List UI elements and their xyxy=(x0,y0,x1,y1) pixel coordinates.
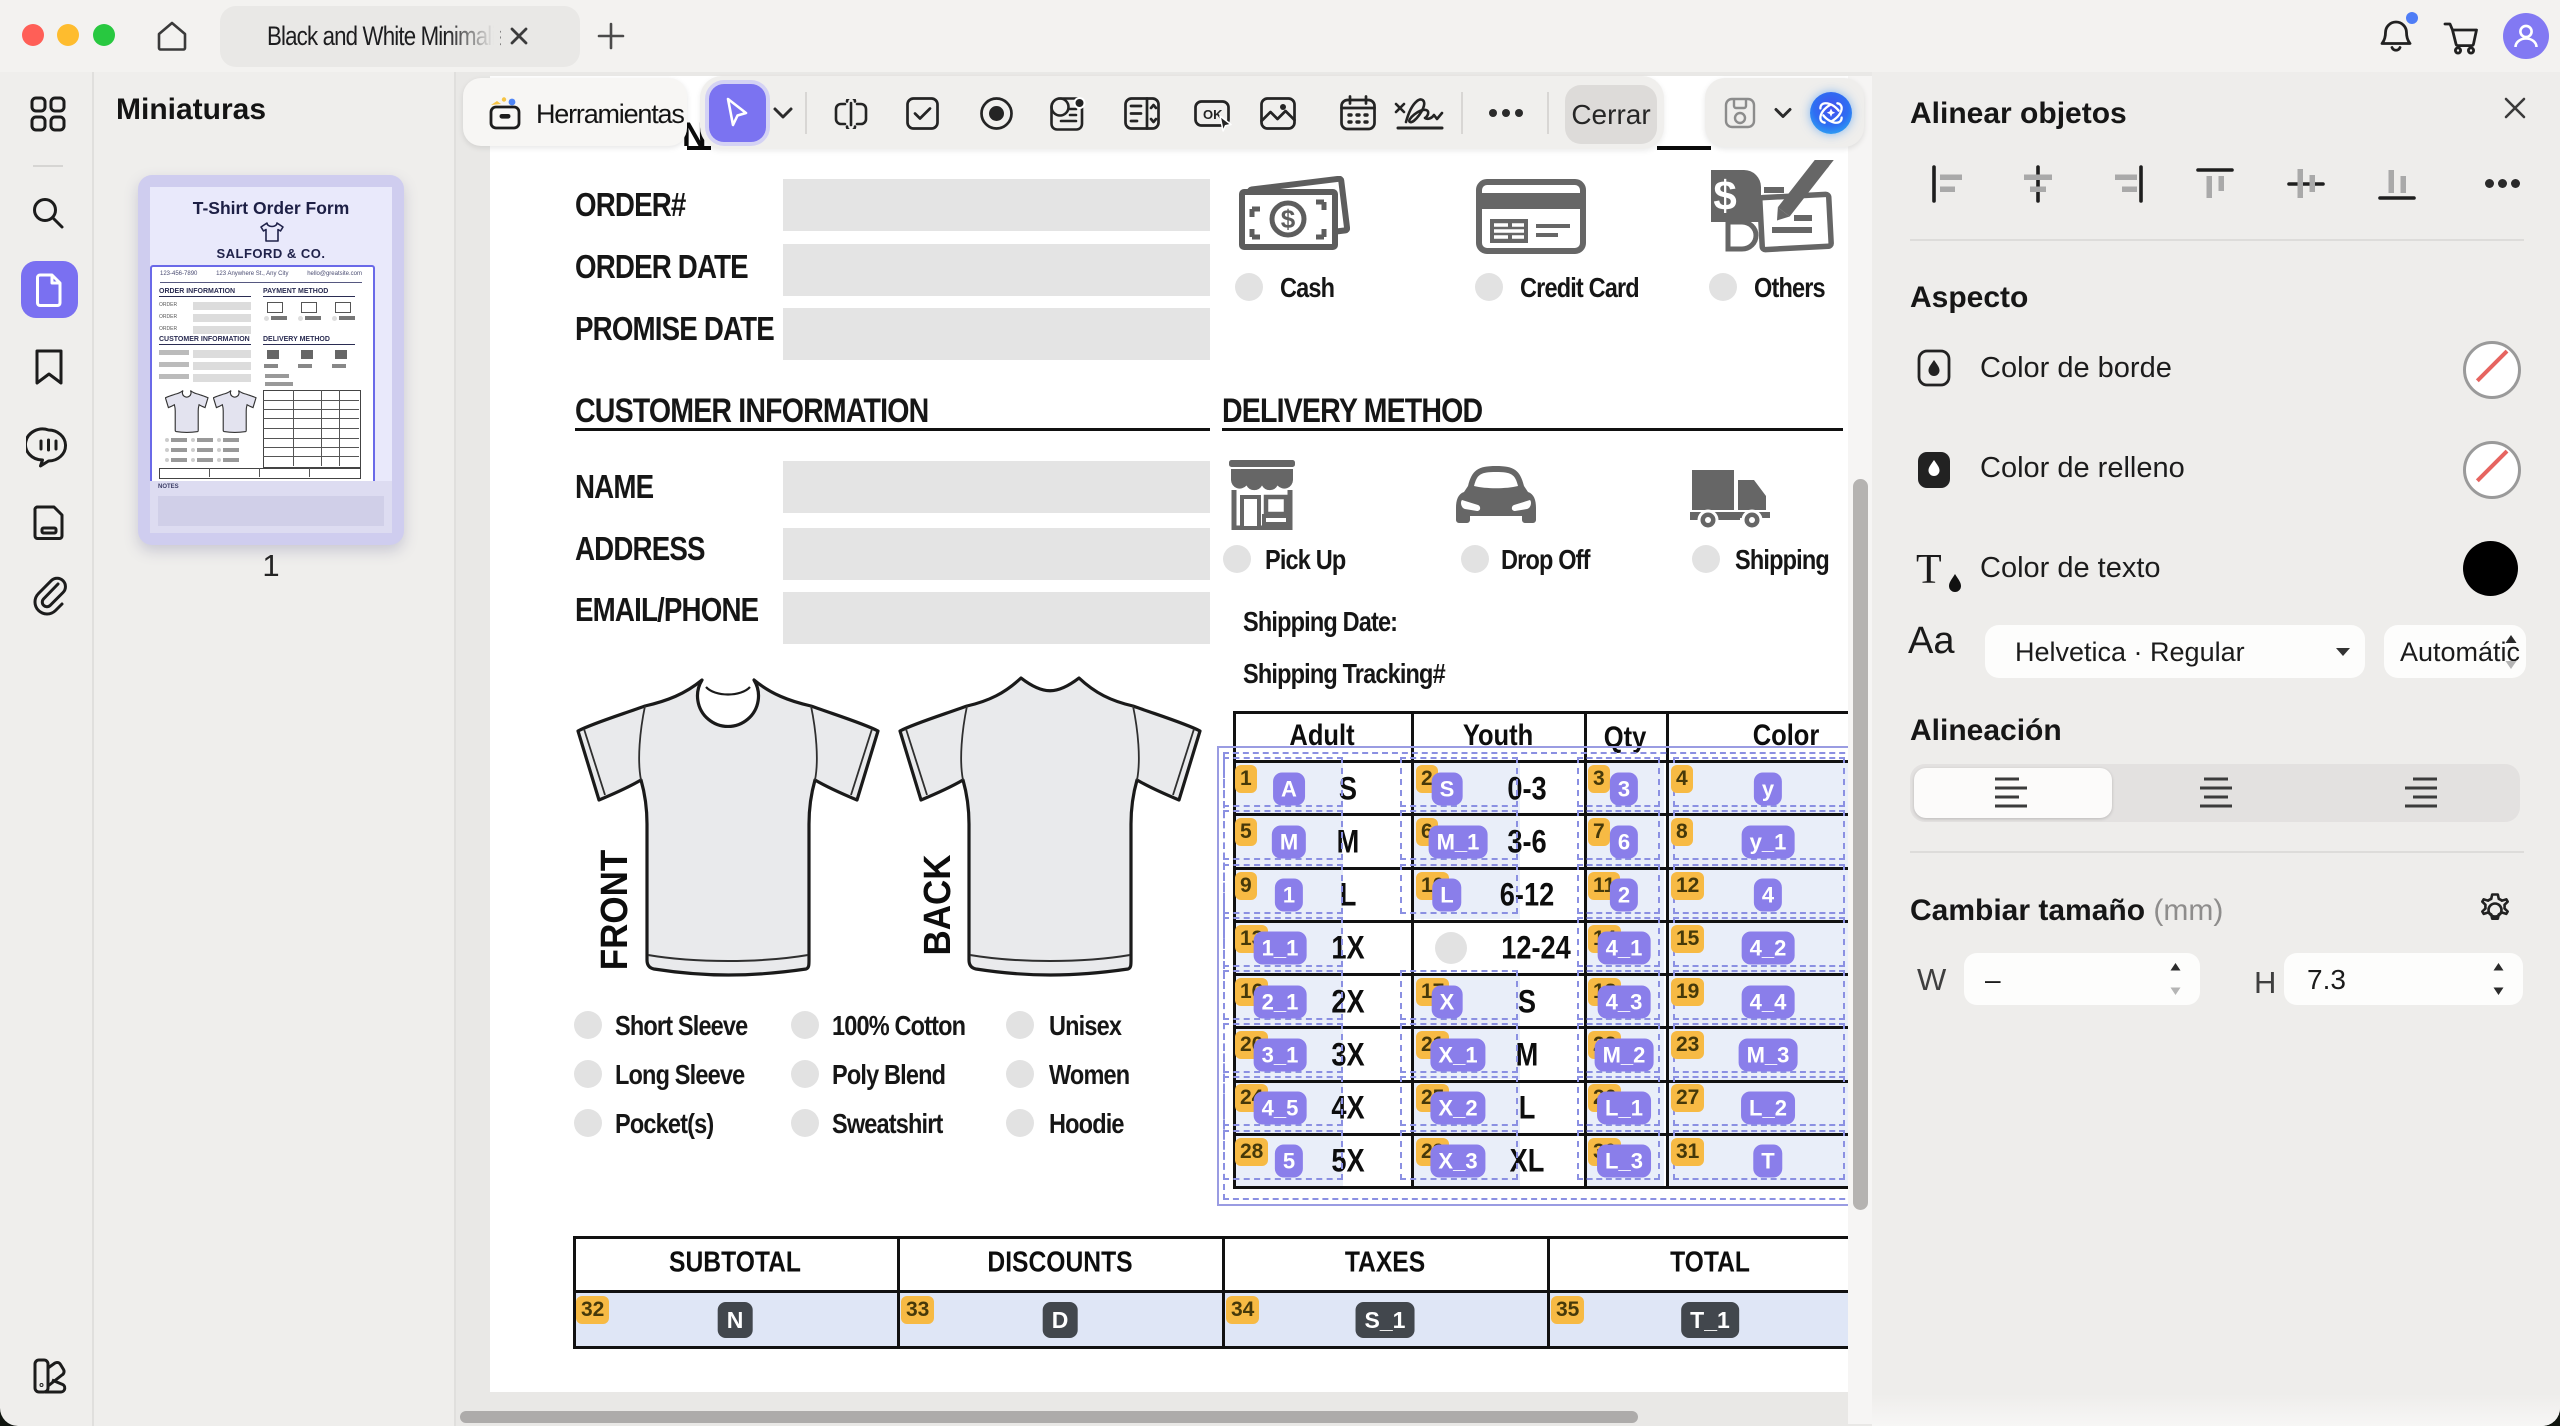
svg-text:$: $ xyxy=(1281,204,1296,234)
svg-text:$: $ xyxy=(1713,172,1736,219)
